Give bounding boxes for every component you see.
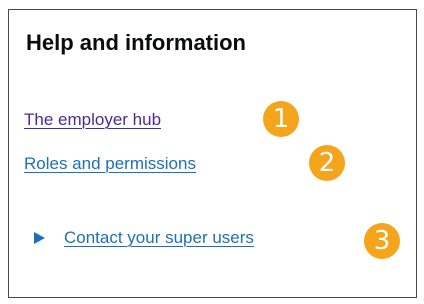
panel-heading: Help and information xyxy=(26,30,246,55)
callout-badge-2: 2 xyxy=(309,145,345,181)
callout-badge-3: 3 xyxy=(364,223,400,259)
employer-hub-link[interactable]: The employer hub xyxy=(24,110,161,130)
triangle-right-icon xyxy=(34,232,45,244)
contact-super-users-toggle[interactable]: Contact your super users xyxy=(24,226,254,250)
contact-super-users-label: Contact your super users xyxy=(64,228,254,247)
roles-and-permissions-link[interactable]: Roles and permissions xyxy=(24,154,196,174)
callout-badge-1: 1 xyxy=(263,101,299,137)
